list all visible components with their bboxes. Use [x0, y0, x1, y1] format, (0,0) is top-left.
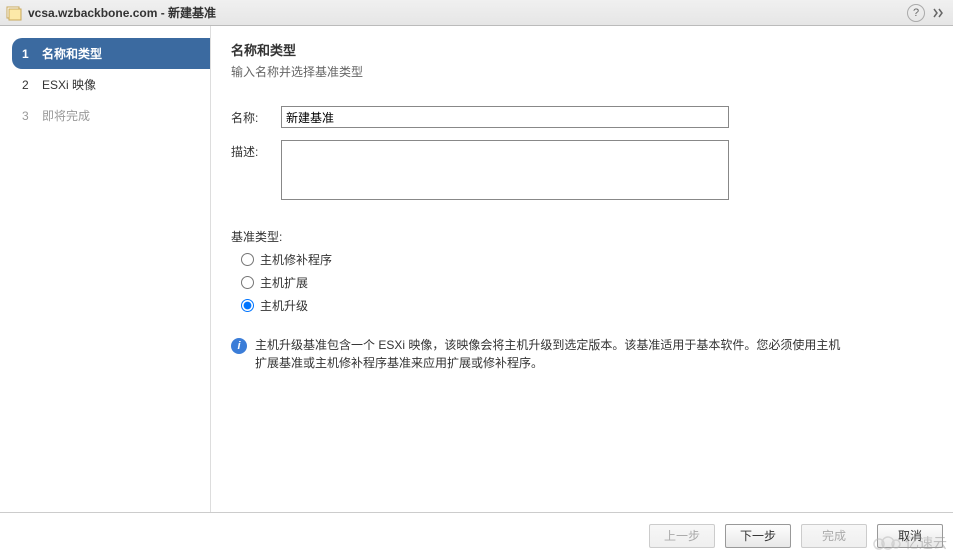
expand-icon[interactable] [929, 4, 947, 22]
info-icon: i [231, 338, 247, 354]
finish-button: 完成 [801, 524, 867, 548]
window-title: vcsa.wzbackbone.com - 新建基准 [28, 4, 903, 21]
step-ready-to-complete: 3 即将完成 [12, 100, 210, 131]
description-textarea[interactable] [281, 140, 729, 200]
baseline-type-radio-group: 主机修补程序 主机扩展 主机升级 [231, 251, 933, 314]
info-box: i 主机升级基准包含一个 ESXi 映像，该映像会将主机升级到选定版本。该基准适… [231, 336, 933, 372]
baseline-type-label: 基准类型: [231, 228, 933, 245]
description-label: 描述: [231, 140, 281, 200]
radio-host-patch-input[interactable] [241, 253, 254, 266]
step-number: 1 [22, 47, 36, 61]
step-label: 名称和类型 [42, 45, 102, 62]
next-button[interactable]: 下一步 [725, 524, 791, 548]
step-name-and-type[interactable]: 1 名称和类型 [12, 38, 210, 69]
step-label: 即将完成 [42, 107, 90, 124]
description-row: 描述: [231, 140, 933, 200]
radio-host-upgrade[interactable]: 主机升级 [241, 297, 933, 314]
back-button: 上一步 [649, 524, 715, 548]
main-area: 1 名称和类型 2 ESXi 映像 3 即将完成 名称和类型 输入名称并选择基准… [0, 26, 953, 512]
cancel-button[interactable]: 取消 [877, 524, 943, 548]
help-icon[interactable]: ? [907, 4, 925, 22]
radio-host-extension-input[interactable] [241, 276, 254, 289]
wizard-sidebar: 1 名称和类型 2 ESXi 映像 3 即将完成 [0, 26, 210, 512]
content-panel: 名称和类型 输入名称并选择基准类型 名称: 描述: 基准类型: 主机修补程序 主… [210, 26, 953, 512]
name-label: 名称: [231, 106, 281, 128]
step-number: 2 [22, 78, 36, 92]
step-label: ESXi 映像 [42, 76, 96, 93]
step-number: 3 [22, 109, 36, 123]
page-subtitle: 输入名称并选择基准类型 [231, 63, 933, 80]
step-esxi-image[interactable]: 2 ESXi 映像 [12, 69, 210, 100]
name-input[interactable] [281, 106, 729, 128]
radio-host-patch[interactable]: 主机修补程序 [241, 251, 933, 268]
radio-label: 主机修补程序 [260, 251, 332, 268]
footer: 上一步 下一步 完成 取消 [0, 512, 953, 558]
page-heading: 名称和类型 [231, 40, 933, 59]
info-text: 主机升级基准包含一个 ESXi 映像，该映像会将主机升级到选定版本。该基准适用于… [255, 336, 843, 372]
window-icon [6, 5, 22, 21]
radio-label: 主机升级 [260, 297, 308, 314]
radio-label: 主机扩展 [260, 274, 308, 291]
radio-host-upgrade-input[interactable] [241, 299, 254, 312]
titlebar: vcsa.wzbackbone.com - 新建基准 ? [0, 0, 953, 26]
name-row: 名称: [231, 106, 933, 128]
radio-host-extension[interactable]: 主机扩展 [241, 274, 933, 291]
